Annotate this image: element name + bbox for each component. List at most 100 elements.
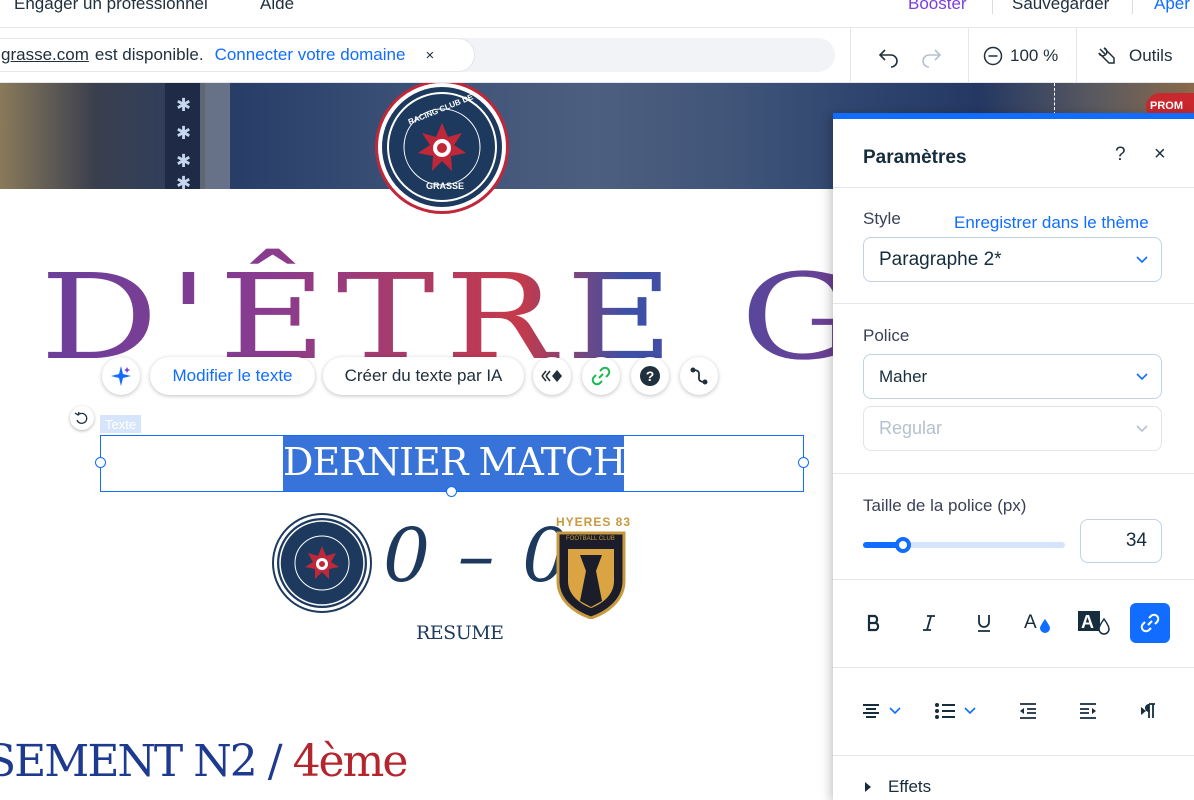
help-button[interactable]: ? <box>631 357 669 395</box>
text-direction-button[interactable] <box>1139 691 1157 731</box>
hero-jersey-stripe <box>200 83 230 189</box>
underline-icon <box>978 615 990 632</box>
modify-text-button[interactable]: Modifier le texte <box>150 357 315 395</box>
zoom-out-icon[interactable] <box>983 46 1003 66</box>
resize-handle-left[interactable] <box>95 457 106 468</box>
chevron-down-icon <box>889 707 901 715</box>
police-label: Police <box>863 326 910 345</box>
text-color-button[interactable]: A <box>1019 603 1059 643</box>
resize-handle-right[interactable] <box>798 457 809 468</box>
menu-divider <box>992 0 993 14</box>
classement-rank: 4ème <box>292 736 409 787</box>
sparkle-icon <box>111 366 131 386</box>
text-link-button[interactable] <box>1130 603 1170 643</box>
font-size-slider-knob[interactable] <box>895 537 912 553</box>
svg-text:✱: ✱ <box>176 173 191 189</box>
rotate-handle[interactable] <box>70 406 94 430</box>
indent-icon <box>1080 703 1096 719</box>
panel-divider <box>833 473 1194 474</box>
connect-domain-link[interactable]: Connecter votre domaine <box>215 45 406 65</box>
style-dropdown-value: Paragraphe 2* <box>879 248 1002 270</box>
domain-and-tools-bar: grasse.com est disponible. Connecter vot… <box>0 28 1194 83</box>
panel-divider <box>833 667 1194 668</box>
svg-text:A: A <box>1081 612 1094 632</box>
outdent-icon <box>1020 703 1036 719</box>
away-team-subtitle: FOOTBALL CLUB <box>566 536 615 542</box>
underline-button[interactable] <box>964 603 1004 643</box>
panel-title: Paramètres <box>863 147 967 168</box>
club-logo[interactable]: RACING CLUB DE GRASSE <box>378 83 506 211</box>
panel-divider <box>833 187 1194 188</box>
save-to-theme-link[interactable]: Enregistrer dans le thème <box>954 213 1149 233</box>
rtl-direction-icon <box>1141 703 1155 718</box>
animation-icon <box>541 370 562 382</box>
animation-button[interactable] <box>533 357 571 395</box>
font-weight-dropdown: Regular <box>863 406 1162 451</box>
svg-text:?: ? <box>646 368 655 384</box>
panel-close-icon[interactable]: × <box>1154 143 1166 166</box>
preview-button[interactable]: Aper <box>1154 0 1190 14</box>
away-team-shield <box>556 531 626 619</box>
menu-engager-pro[interactable]: Engager un professionnel <box>14 0 208 14</box>
panel-divider <box>833 755 1194 756</box>
save-button[interactable]: Sauvegarder <box>1012 0 1109 14</box>
font-family-dropdown[interactable]: Maher <box>863 354 1162 399</box>
curve-path-icon <box>690 367 708 385</box>
tools-button[interactable]: Outils <box>1129 46 1172 66</box>
font-size-slider[interactable] <box>863 537 1065 553</box>
match-score[interactable]: 0 – 0 <box>383 513 571 599</box>
club-logo-text-bottom: GRASSE <box>426 181 465 191</box>
create-ai-text-button[interactable]: Créer du texte par IA <box>323 357 524 395</box>
effets-section-toggle[interactable]: Effets <box>863 777 931 797</box>
style-dropdown[interactable]: Paragraphe 2* <box>863 237 1162 282</box>
close-domain-notice-icon[interactable]: × <box>425 47 434 64</box>
caret-right-icon <box>865 782 871 792</box>
italic-button[interactable] <box>909 603 949 643</box>
classement-heading[interactable]: SEMENT N2 / 4ème <box>0 736 409 787</box>
hero-flower-pattern: ✱ ✱ ✱ ✱ <box>176 95 191 189</box>
link-button[interactable] <box>582 357 620 395</box>
tools-divider <box>850 28 851 83</box>
rotate-icon <box>74 411 88 424</box>
redo-icon[interactable] <box>919 44 943 68</box>
svg-text:A: A <box>1024 612 1037 633</box>
resize-handle-bottom[interactable] <box>446 486 457 497</box>
resume-link[interactable]: RESUME <box>416 622 504 644</box>
panel-help-icon[interactable]: ? <box>1115 144 1126 166</box>
decrease-indent-button[interactable] <box>1018 691 1038 731</box>
editor-top-menu: Engager un professionnel Aide Booster Sa… <box>0 0 1194 28</box>
zoom-level[interactable]: 100 % <box>1010 46 1058 66</box>
svg-text:✱: ✱ <box>176 151 191 172</box>
classement-separator: / <box>255 736 293 787</box>
font-weight-value: Regular <box>879 418 943 438</box>
selected-text-element[interactable]: DERNIER MATCH <box>100 435 804 492</box>
bold-button[interactable] <box>854 603 894 643</box>
tools-wrench-icon[interactable] <box>1096 45 1118 67</box>
svg-text:✱: ✱ <box>176 95 191 116</box>
highlight-color-button[interactable]: A <box>1074 603 1114 643</box>
chevron-down-icon <box>1136 425 1148 433</box>
font-size-input[interactable]: 34 <box>1080 519 1162 563</box>
link-icon <box>1140 613 1160 633</box>
align-center-icon <box>863 704 879 718</box>
domain-notice: grasse.com est disponible. Connecter vot… <box>0 38 475 72</box>
alignment-dropdown[interactable] <box>861 691 901 731</box>
booster-button[interactable]: Booster <box>908 0 967 14</box>
tools-divider <box>968 28 969 83</box>
highlight-color-icon: A <box>1078 611 1110 635</box>
ai-assistant-button[interactable] <box>102 357 140 395</box>
dernier-match-heading[interactable]: DERNIER MATCH <box>283 440 626 484</box>
undo-icon[interactable] <box>877 44 901 68</box>
menu-aide[interactable]: Aide <box>260 0 294 14</box>
path-button[interactable] <box>680 357 718 395</box>
svg-text:✱: ✱ <box>176 123 191 144</box>
link-icon <box>591 366 611 386</box>
question-icon: ? <box>640 366 660 386</box>
list-dropdown[interactable] <box>934 691 976 731</box>
menu-divider <box>1132 0 1133 14</box>
domain-name-link[interactable]: grasse.com <box>1 45 89 65</box>
home-team-emblem <box>279 520 365 606</box>
element-type-tag: Texte <box>100 415 142 433</box>
increase-indent-button[interactable] <box>1078 691 1098 731</box>
chevron-down-icon <box>1136 373 1148 381</box>
